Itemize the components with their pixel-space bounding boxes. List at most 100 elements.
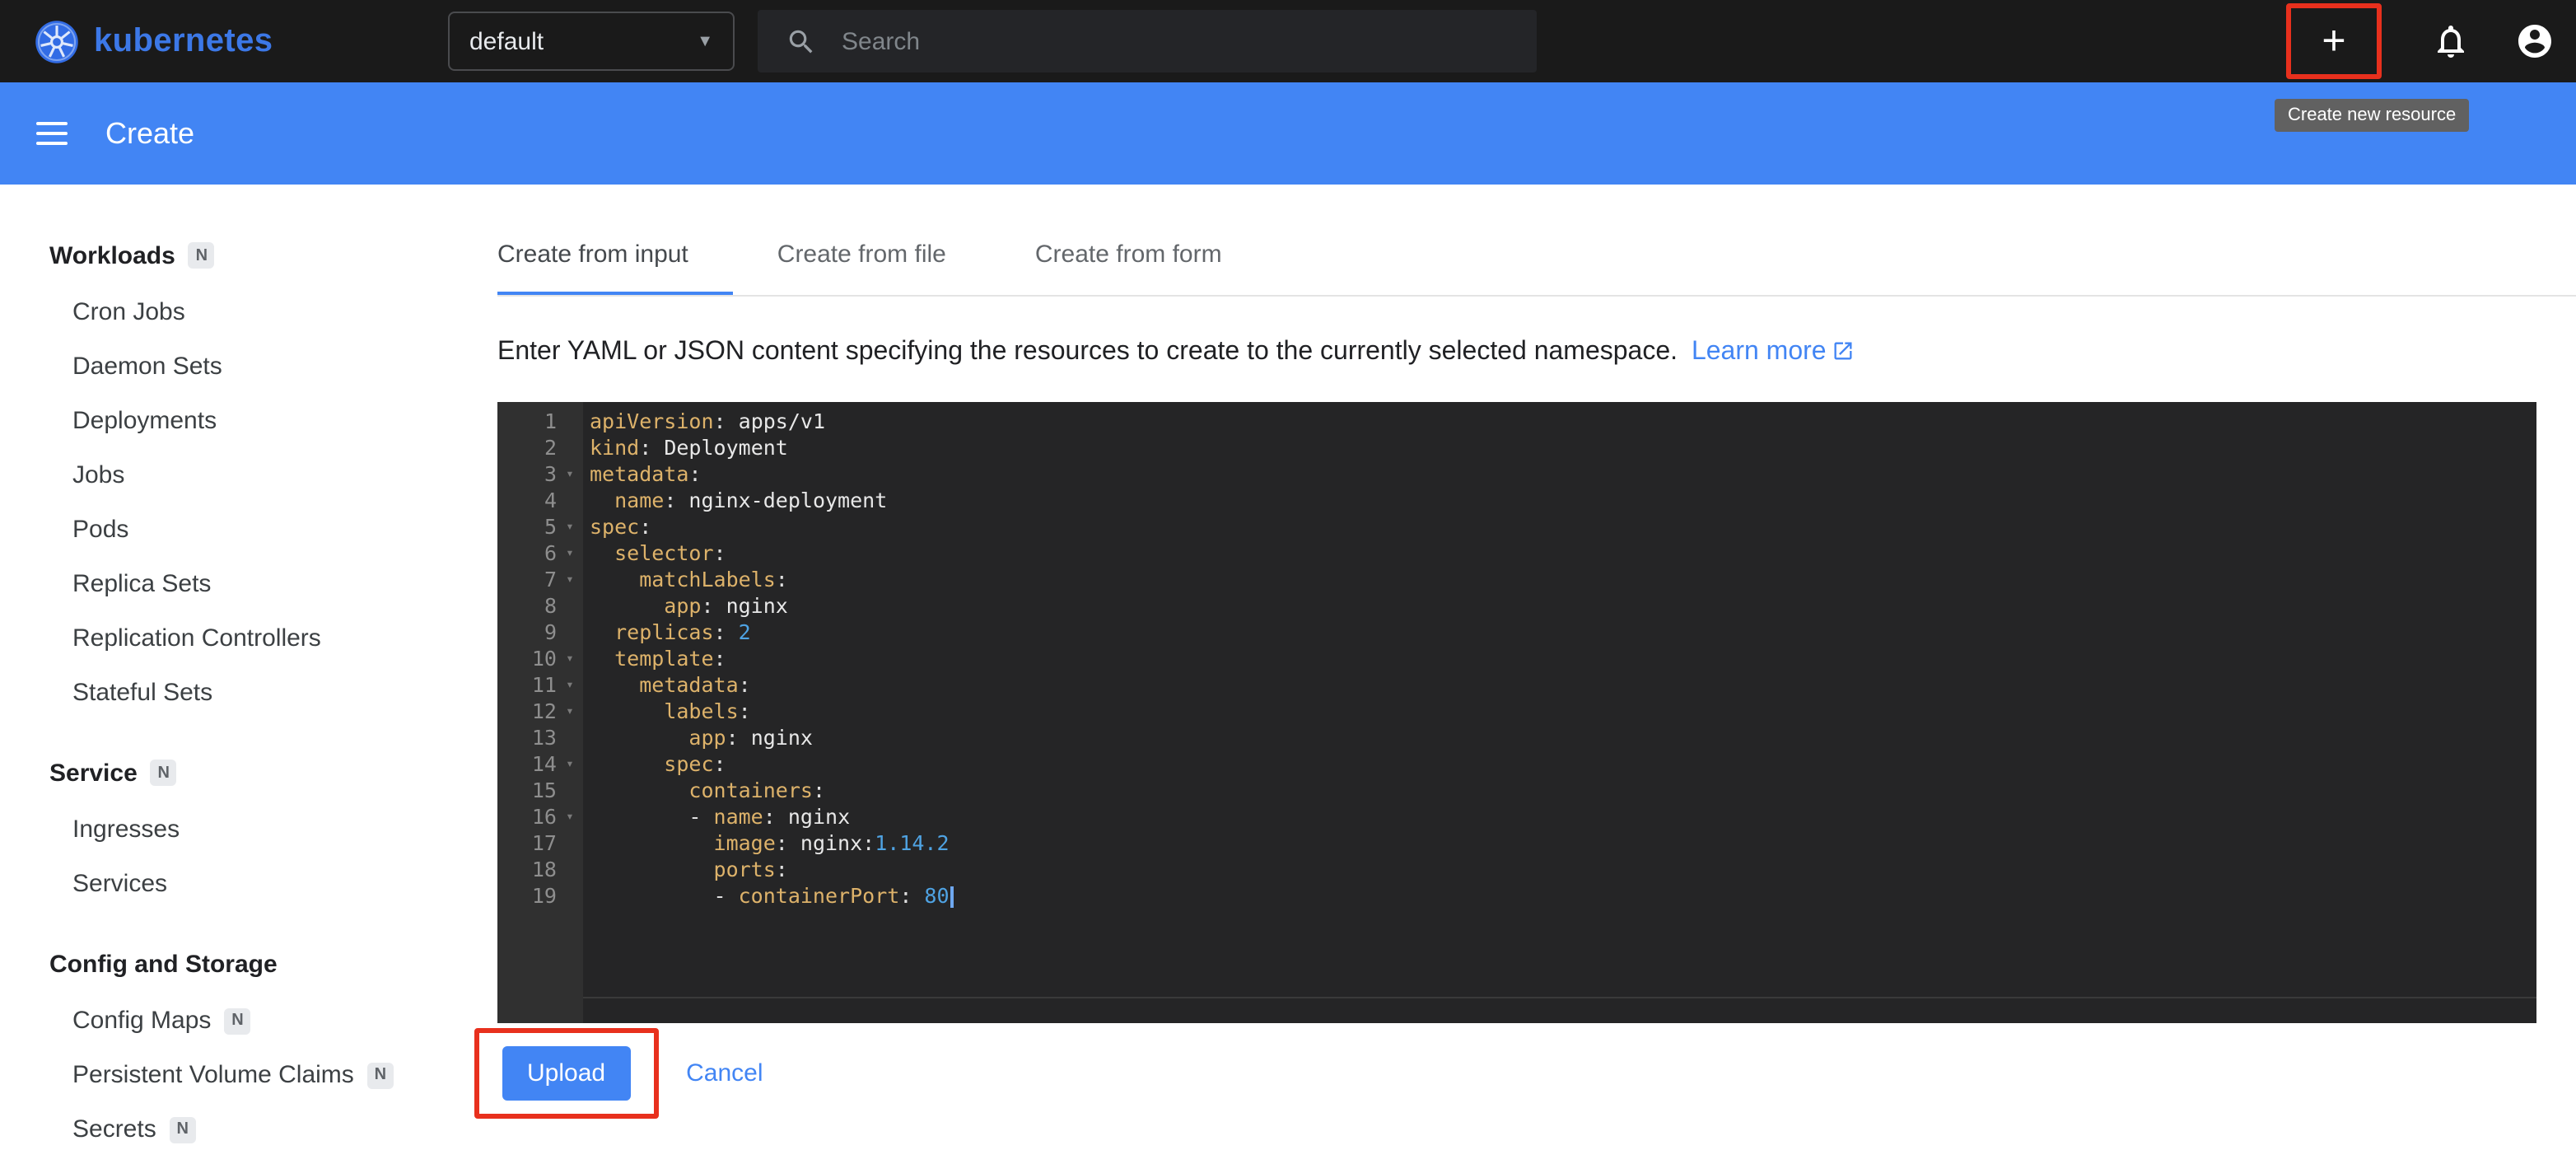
annotation-box-upload: Upload	[474, 1028, 658, 1119]
line-number: 8	[497, 593, 557, 619]
tab-create-from-input[interactable]: Create from input	[497, 216, 733, 295]
instruction-text: Enter YAML or JSON content specifying th…	[497, 338, 2536, 367]
fold-spacer	[557, 435, 583, 461]
sidebar-section-label: Service	[49, 759, 138, 787]
sidebar-nav: WorkloadsN Cron Jobs Daemon Sets Deployment…	[0, 185, 458, 1150]
token: :	[714, 619, 726, 644]
sidebar-section-label: Config and Storage	[49, 950, 278, 978]
fold-spacer	[557, 778, 583, 804]
line-number: 12	[497, 699, 557, 725]
fold-icon: ▾	[557, 514, 583, 540]
sidebar-section-workloads[interactable]: WorkloadsN	[0, 237, 458, 273]
token: spec	[590, 751, 714, 776]
sidebar-item-pods[interactable]: Pods	[0, 503, 458, 557]
token: :	[763, 804, 776, 829]
line-number: 19	[497, 883, 557, 909]
code-line: 5▾spec:	[497, 514, 2536, 540]
token: :	[813, 778, 825, 802]
sidebar-item-stateful-sets[interactable]: Stateful Sets	[0, 666, 458, 720]
token: :	[701, 593, 713, 618]
token: 2	[726, 619, 751, 644]
code-text: app: nginx	[583, 593, 788, 619]
code-text: metadata:	[583, 672, 751, 699]
token: 80	[912, 883, 949, 908]
token: :	[714, 751, 726, 776]
sidebar-item-services[interactable]: Services	[0, 857, 458, 911]
code-text: selector:	[583, 540, 726, 567]
token: :	[688, 461, 701, 486]
token: ports	[590, 857, 776, 881]
token: nginx	[776, 804, 850, 829]
code-line: 17 image: nginx:1.14.2	[497, 830, 2536, 857]
menu-button[interactable]	[36, 115, 68, 152]
sidebar-item-label: Secrets	[72, 1115, 156, 1143]
upload-button[interactable]: Upload	[502, 1046, 630, 1101]
fold-spacer	[557, 857, 583, 883]
code-text: containers:	[583, 778, 825, 804]
code-line: 3▾metadata:	[497, 461, 2536, 488]
fold-icon: ▾	[557, 540, 583, 567]
annotation-box-create: +	[2286, 3, 2382, 79]
code-text: template:	[583, 646, 726, 672]
token: metadata	[590, 672, 739, 697]
sidebar-item-secrets[interactable]: SecretsN	[0, 1102, 458, 1150]
search-input[interactable]	[842, 27, 1468, 55]
learn-more-link[interactable]: Learn more	[1692, 338, 1827, 366]
sidebar-section-service[interactable]: ServiceN	[0, 755, 458, 791]
sidebar-item-deployments[interactable]: Deployments	[0, 394, 458, 448]
sidebar-item-replication-controllers[interactable]: Replication Controllers	[0, 611, 458, 666]
code-line: 10▾ template:	[497, 646, 2536, 672]
notifications-button[interactable]	[2431, 21, 2471, 61]
sidebar-item-label: Daemon Sets	[72, 353, 222, 381]
editor-lines: 1apiVersion: apps/v12kind: Deployment3▾m…	[497, 402, 2536, 909]
sidebar-item-label: Stateful Sets	[72, 679, 212, 707]
line-number: 5	[497, 514, 557, 540]
code-text: metadata:	[583, 461, 702, 488]
token: :	[639, 435, 651, 460]
token: :	[639, 514, 651, 539]
sidebar-item-persistent-volume-claims[interactable]: Persistent Volume ClaimsN	[0, 1048, 458, 1102]
chevron-down-icon: ▼	[697, 32, 713, 50]
token: apiVersion	[590, 409, 714, 433]
yaml-editor[interactable]: 1apiVersion: apps/v12kind: Deployment3▾m…	[497, 402, 2536, 1023]
kubernetes-logo-icon	[35, 19, 79, 63]
code-line: 8 app: nginx	[497, 593, 2536, 619]
fold-icon: ▾	[557, 699, 583, 725]
namespace-value: default	[469, 27, 544, 55]
sidebar-item-config-maps[interactable]: Config MapsN	[0, 993, 458, 1048]
editor-hscrollbar[interactable]	[583, 997, 2536, 998]
create-resource-button[interactable]: +	[2312, 21, 2355, 62]
external-link-icon	[1827, 338, 1855, 366]
fold-icon: ▾	[557, 646, 583, 672]
sidebar-item-label: Pods	[72, 516, 128, 544]
line-number: 17	[497, 830, 557, 857]
token: kind	[590, 435, 639, 460]
tooltip-create-new-resource: Create new resource	[2275, 99, 2469, 132]
sidebar-item-jobs[interactable]: Jobs	[0, 448, 458, 503]
tab-create-from-file[interactable]: Create from file	[733, 216, 991, 295]
line-number: 9	[497, 619, 557, 646]
sidebar-item-label: Replication Controllers	[72, 624, 321, 652]
fold-spacer	[557, 409, 583, 435]
fold-spacer	[557, 830, 583, 857]
brand-home-link[interactable]: kubernetes	[35, 19, 273, 63]
appbar: Create	[0, 82, 2576, 185]
token: :	[739, 672, 751, 697]
sidebar-item-label: Persistent Volume Claims	[72, 1061, 354, 1089]
sidebar-item-daemon-sets[interactable]: Daemon Sets	[0, 339, 458, 394]
account-button[interactable]	[2515, 21, 2555, 61]
code-line: 16▾ - name: nginx	[497, 804, 2536, 830]
sidebar-item-label: Services	[72, 870, 167, 898]
line-number: 3	[497, 461, 557, 488]
code-text: ports:	[583, 857, 788, 883]
sidebar-item-cron-jobs[interactable]: Cron Jobs	[0, 285, 458, 339]
cancel-button[interactable]: Cancel	[686, 1059, 763, 1087]
sidebar-section-config-and-storage[interactable]: Config and Storage	[0, 946, 458, 982]
sidebar-item-label: Deployments	[72, 407, 217, 435]
namespace-select[interactable]: default ▼	[448, 12, 735, 71]
tab-create-from-form[interactable]: Create from form	[991, 216, 1267, 295]
code-line: 19 - containerPort: 80	[497, 883, 2536, 909]
sidebar-item-ingresses[interactable]: Ingresses	[0, 802, 458, 857]
sidebar-item-replica-sets[interactable]: Replica Sets	[0, 557, 458, 611]
search-bar[interactable]	[758, 10, 1537, 72]
